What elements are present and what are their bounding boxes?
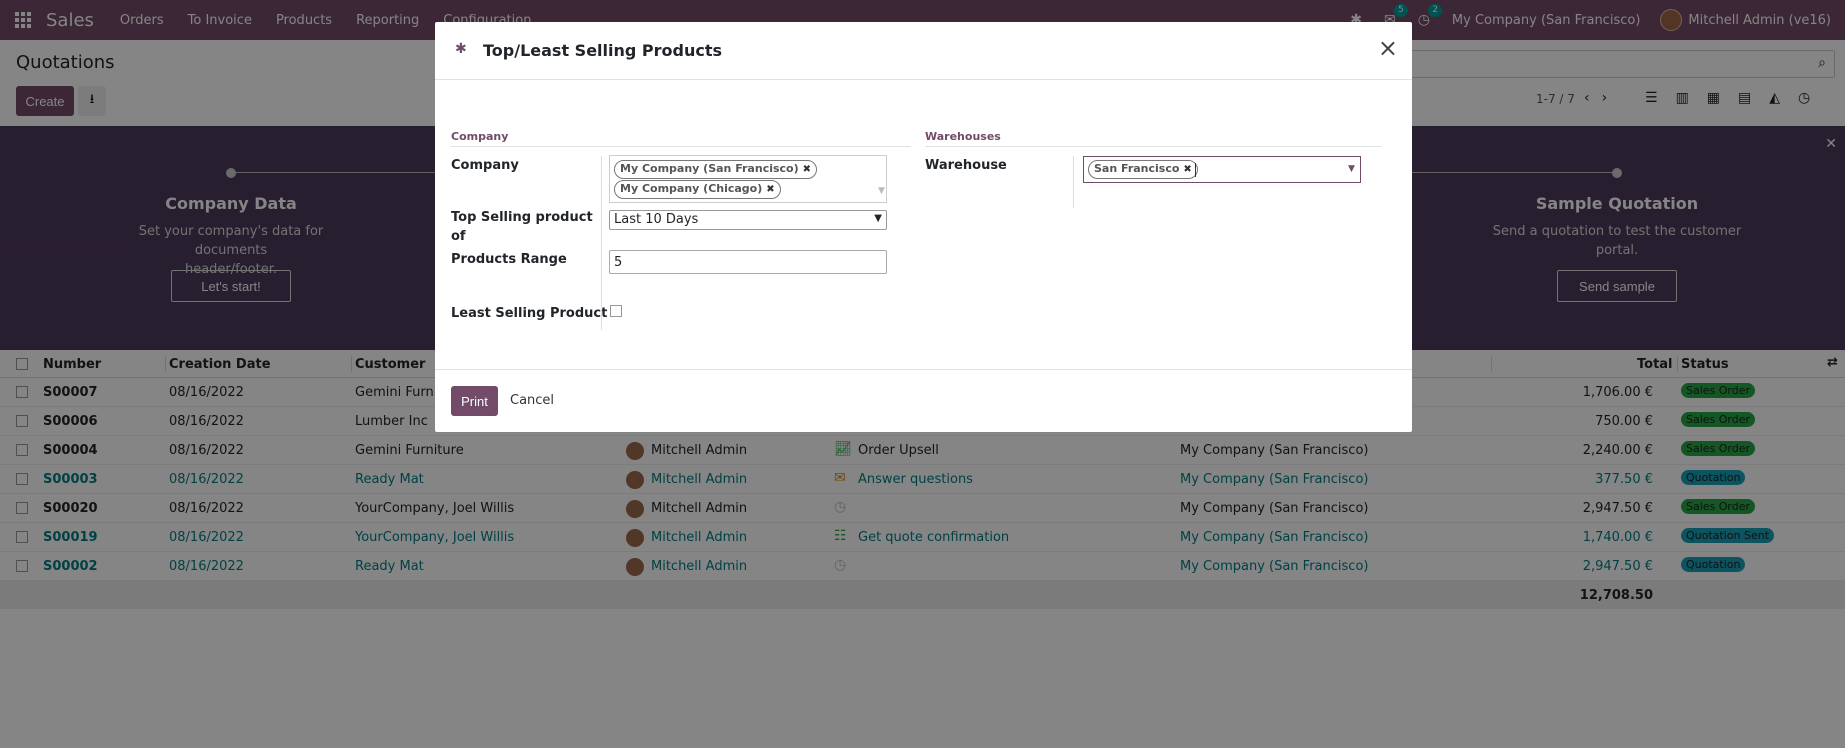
products-range-input[interactable]: 5 [609,250,887,274]
products-range-label: Products Range [451,252,567,267]
warehouse-tag-label: San Francisco [1094,162,1180,175]
company-tag-label: My Company (San Francisco) [620,162,799,175]
dialog-title: Top/Least Selling Products [483,41,723,60]
print-button[interactable]: Print [451,386,498,416]
divider [451,146,911,147]
least-selling-label: Least Selling Product [451,306,608,321]
top-selling-label-line: Top Selling product [451,210,593,225]
chevron-down-icon: ▼ [874,213,882,224]
company-tag-label: My Company (Chicago) [620,182,763,195]
top-selling-period-select[interactable]: Last 10 Days ▼ [609,210,887,230]
company-tag: My Company (Chicago) ✖ [614,180,781,199]
bug-icon: ✱ [455,41,467,57]
warehouse-tag: San Francisco ✖ [1088,160,1198,179]
company-tag: My Company (San Francisco) ✖ [614,160,818,179]
remove-tag-icon[interactable]: ✖ [803,164,811,175]
divider [435,369,1412,370]
remove-tag-icon[interactable]: ✖ [1183,164,1191,175]
top-selling-period-value: Last 10 Days [614,212,699,227]
company-section-title: Company [451,130,509,143]
close-icon[interactable]: × [1378,34,1398,62]
divider [601,302,602,330]
remove-tag-icon[interactable]: ✖ [766,184,774,195]
dropdown-caret-icon[interactable]: ▼ [878,186,885,196]
warehouse-label: Warehouse [925,158,1007,173]
divider [601,156,602,304]
text-cursor [1195,163,1196,177]
divider [925,146,1381,147]
cancel-button[interactable]: Cancel [510,393,554,408]
divider [1073,156,1074,208]
top-selling-label-line: of [451,229,466,244]
company-many2many-field[interactable]: My Company (San Francisco) ✖ My Company (… [609,155,887,203]
top-least-selling-dialog: ✱ Top/Least Selling Products × Company C… [435,22,1412,432]
top-selling-label: Top Selling product of [451,208,593,246]
warehouse-many2many-field[interactable]: San Francisco ✖ ▼ [1083,156,1361,183]
warehouse-section-title: Warehouses [925,130,1001,143]
least-selling-checkbox[interactable] [610,305,622,317]
dialog-header: ✱ Top/Least Selling Products × [435,22,1412,80]
dropdown-caret-icon[interactable]: ▼ [1348,164,1355,174]
company-label: Company [451,158,519,173]
